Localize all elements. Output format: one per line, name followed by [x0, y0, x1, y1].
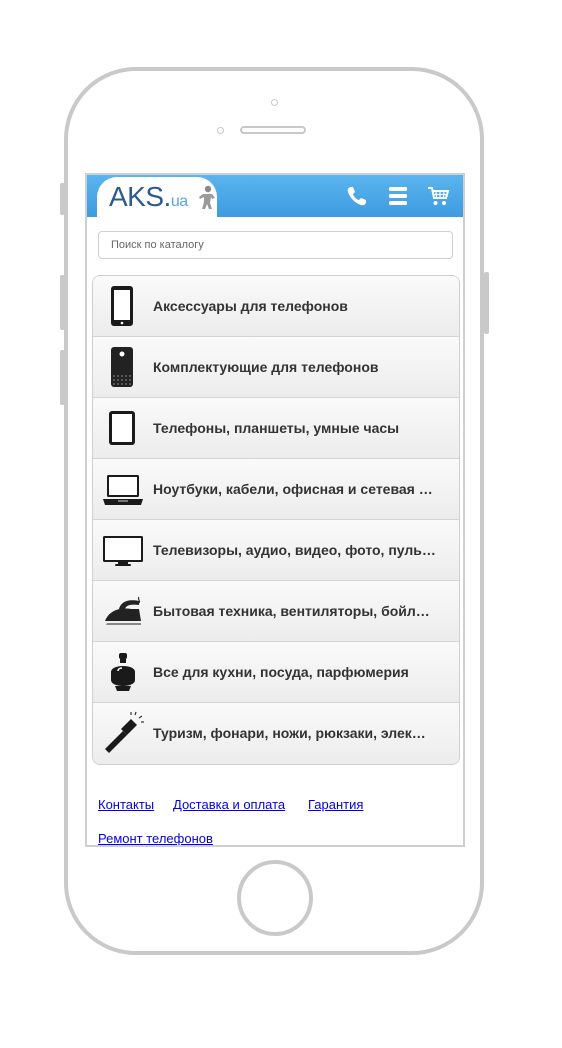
category-item[interactable]: Аксессуары для телефонов	[93, 276, 459, 337]
category-item[interactable]: Ноутбуки, кабели, офисная и сетевая …	[93, 459, 459, 520]
category-item[interactable]: Телевизоры, аудио, видео, фото, пуль…	[93, 520, 459, 581]
smartphone-icon	[111, 286, 133, 326]
tablet-icon	[109, 411, 135, 445]
search-input[interactable]	[98, 231, 453, 259]
power-button	[484, 272, 489, 334]
tv-icon	[103, 536, 143, 566]
volume-down-button	[60, 350, 65, 405]
front-camera	[271, 99, 278, 106]
flashlight-icon	[105, 711, 144, 753]
menu-icon[interactable]	[386, 185, 410, 207]
logo-mascot-icon	[199, 185, 215, 209]
sensor-dot	[217, 127, 224, 134]
phone-screen: AKS.ua Поиск по каталогу Аксессуары для …	[85, 173, 465, 847]
phone-icon[interactable]	[345, 185, 369, 207]
earpiece-speaker	[240, 126, 306, 134]
category-item[interactable]: Все для кухни, посуда, парфюмерия	[93, 642, 459, 703]
site-logo[interactable]: AKS.ua	[97, 177, 217, 217]
home-button[interactable]	[237, 860, 313, 936]
category-label: Аксессуары для телефонов	[153, 298, 348, 314]
mute-switch	[60, 183, 65, 215]
footer-link-contacts[interactable]: Контакты	[98, 797, 154, 812]
volume-up-button	[60, 275, 65, 330]
cart-icon[interactable]	[427, 185, 451, 207]
logo-text: AKS.ua	[109, 181, 188, 213]
iron-icon	[105, 596, 141, 625]
logo-suffix: ua	[170, 193, 188, 210]
category-item[interactable]: Туризм, фонари, ножи, рюкзаки, элек…	[93, 703, 459, 764]
perfume-icon	[111, 653, 135, 691]
category-item[interactable]: Бытовая техника, вентиляторы, бойл…	[93, 581, 459, 642]
footer-link-delivery[interactable]: Доставка и оплата	[173, 797, 285, 812]
footer-link-warranty[interactable]: Гарантия	[308, 797, 363, 812]
phone-back-icon	[111, 347, 133, 387]
category-label: Туризм, фонари, ножи, рюкзаки, элек…	[153, 725, 426, 741]
category-label: Комплектующие для телефонов	[153, 359, 379, 375]
logo-main: AKS.	[109, 181, 171, 212]
site-header: AKS.ua	[87, 175, 463, 217]
category-label: Телефоны, планшеты, умные часы	[153, 420, 400, 436]
category-label: Телевизоры, аудио, видео, фото, пуль…	[153, 542, 436, 558]
footer-link-repair[interactable]: Ремонт телефонов	[98, 831, 213, 845]
category-label: Бытовая техника, вентиляторы, бойл…	[153, 603, 430, 619]
category-label: Все для кухни, посуда, парфюмерия	[153, 664, 409, 680]
category-item[interactable]: Комплектующие для телефонов	[93, 337, 459, 398]
laptop-icon	[103, 475, 143, 505]
category-menu: Аксессуары для телефонов Комплектующие д…	[92, 275, 460, 765]
category-label: Ноутбуки, кабели, офисная и сетевая …	[153, 481, 433, 497]
category-item[interactable]: Телефоны, планшеты, умные часы	[93, 398, 459, 459]
